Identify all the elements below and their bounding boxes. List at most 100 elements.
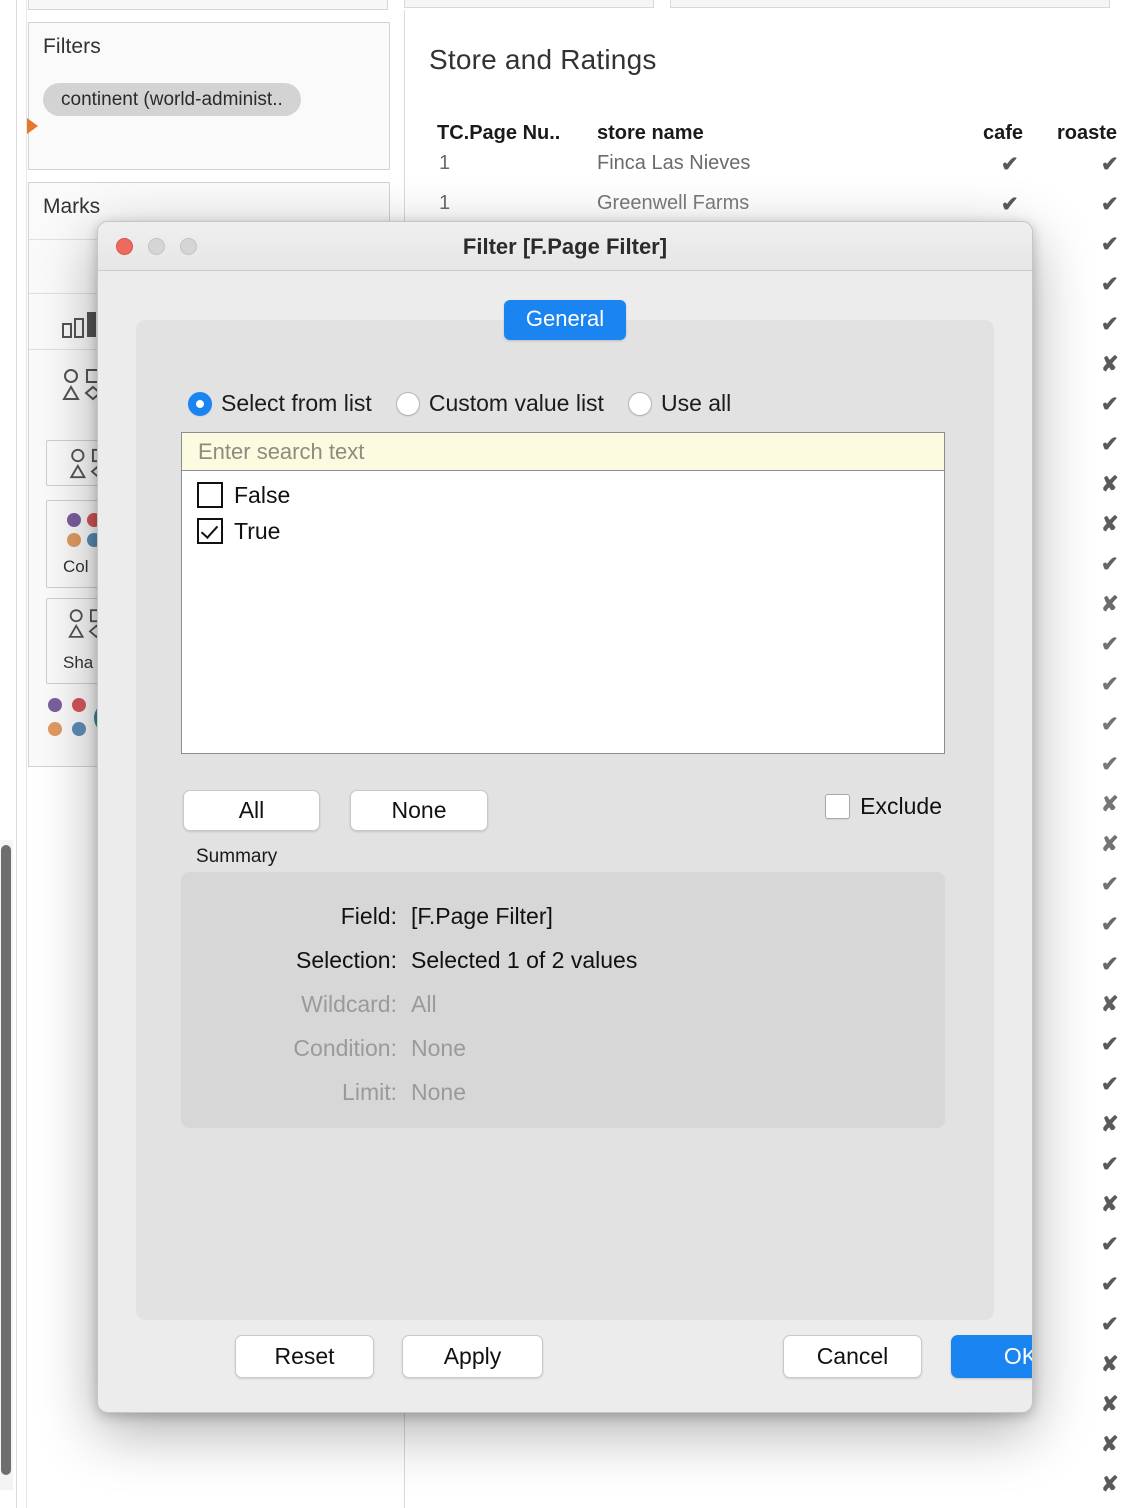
select-none-button[interactable]: None bbox=[350, 790, 488, 831]
summary-key: Limit: bbox=[342, 1078, 397, 1105]
column-header-cafe[interactable]: cafe bbox=[983, 122, 1023, 145]
dialog-title: Filter [F.Page Filter] bbox=[462, 234, 668, 259]
select-all-button[interactable]: All bbox=[183, 790, 320, 831]
cell-roaster-flag: ✔ bbox=[1101, 753, 1119, 776]
filters-card-title: Filters bbox=[43, 35, 101, 58]
cell-cafe-flag: ✔ bbox=[1001, 153, 1019, 176]
value-list: False True bbox=[182, 471, 944, 549]
cell-roaster-flag: ✘ bbox=[1101, 1433, 1119, 1456]
summary-row-selection: Selection: Selected 1 of 2 values bbox=[181, 938, 945, 982]
column-header-roaster[interactable]: roaste bbox=[1057, 122, 1117, 145]
list-item-label: True bbox=[234, 517, 281, 544]
cell-store-name: Greenwell Farms bbox=[597, 192, 750, 214]
list-item[interactable]: True bbox=[182, 513, 944, 549]
cell-roaster-flag: ✔ bbox=[1101, 873, 1119, 896]
summary-row-wildcard: Wildcard: All bbox=[181, 982, 945, 1026]
column-header-store-name[interactable]: store name bbox=[597, 122, 704, 145]
radio-label: Select from list bbox=[221, 390, 372, 416]
cell-roaster-flag: ✔ bbox=[1101, 193, 1119, 216]
summary-value: None bbox=[411, 1034, 466, 1061]
cell-roaster-flag: ✔ bbox=[1101, 433, 1119, 456]
search-input[interactable]: Enter search text bbox=[182, 433, 944, 471]
cell-roaster-flag: ✘ bbox=[1101, 1393, 1119, 1416]
radio-use-all[interactable]: Use all bbox=[627, 390, 732, 417]
cell-roaster-flag: ✘ bbox=[1101, 1353, 1119, 1376]
color-swatch bbox=[67, 533, 81, 547]
summary-key: Wildcard: bbox=[301, 990, 397, 1017]
summary-value: Selected 1 of 2 values bbox=[411, 946, 638, 973]
search-placeholder: Enter search text bbox=[198, 438, 365, 464]
dialog-titlebar[interactable]: Filter [F.Page Filter] bbox=[98, 222, 1032, 271]
table-row[interactable]: ✘ bbox=[405, 1432, 1126, 1472]
cell-roaster-flag: ✘ bbox=[1101, 1193, 1119, 1216]
radio-button-icon bbox=[395, 391, 420, 416]
cell-roaster-flag: ✔ bbox=[1101, 1153, 1119, 1176]
radio-label: Use all bbox=[660, 390, 732, 416]
cell-roaster-flag: ✘ bbox=[1101, 793, 1119, 816]
cell-roaster-flag: ✔ bbox=[1101, 673, 1119, 696]
cell-roaster-flag: ✘ bbox=[1101, 1113, 1119, 1136]
cell-roaster-flag: ✔ bbox=[1101, 153, 1119, 176]
summary-section-label: Summary bbox=[196, 846, 278, 867]
radio-custom-value-list[interactable]: Custom value list bbox=[395, 390, 604, 417]
column-header-page[interactable]: TC.Page Nu.. bbox=[437, 122, 560, 145]
cell-roaster-flag: ✘ bbox=[1101, 473, 1119, 496]
cell-store-name: Finca Las Nieves bbox=[597, 152, 751, 174]
summary-key: Selection: bbox=[295, 946, 397, 973]
cell-roaster-flag: ✘ bbox=[1101, 353, 1119, 376]
marks-card-title: Marks bbox=[43, 195, 101, 218]
cancel-button[interactable]: Cancel bbox=[783, 1335, 922, 1378]
table-row[interactable]: ✘ bbox=[405, 1472, 1126, 1508]
cell-roaster-flag: ✔ bbox=[1101, 233, 1119, 256]
cell-roaster-flag: ✔ bbox=[1101, 273, 1119, 296]
apply-button[interactable]: Apply bbox=[402, 1335, 543, 1378]
cell-roaster-flag: ✔ bbox=[1101, 1233, 1119, 1256]
filter-pill-continent[interactable]: continent (world-administ.. bbox=[43, 83, 301, 116]
summary-key: Field: bbox=[340, 902, 397, 929]
reset-button[interactable]: Reset bbox=[235, 1335, 374, 1378]
cell-roaster-flag: ✔ bbox=[1101, 1273, 1119, 1296]
summary-row-field: Field: [F.Page Filter] bbox=[181, 894, 945, 938]
triangle-right-icon[interactable] bbox=[27, 118, 38, 134]
cell-page-number: 1 bbox=[439, 152, 451, 174]
tab-general[interactable]: General bbox=[503, 300, 627, 340]
table-row[interactable]: 1 Finca Las Nieves ✔ ✔ bbox=[405, 152, 1126, 192]
worksheet-title: Store and Ratings bbox=[429, 44, 657, 75]
screen-root: Filters continent (world-administ.. Mark… bbox=[0, 0, 1126, 1508]
value-listbox: Enter search text False True bbox=[181, 432, 945, 754]
cell-roaster-flag: ✔ bbox=[1101, 633, 1119, 656]
filters-card: Filters continent (world-administ.. bbox=[28, 22, 390, 170]
cell-roaster-flag: ✘ bbox=[1101, 833, 1119, 856]
top-panel-strip-right bbox=[670, 0, 1110, 8]
ok-button[interactable]: OK bbox=[951, 1335, 1032, 1378]
cell-roaster-flag: ✔ bbox=[1101, 1313, 1119, 1336]
left-scrollbar-thumb[interactable] bbox=[1, 845, 11, 1475]
summary-row-condition: Condition: None bbox=[181, 1026, 945, 1070]
checkbox-icon[interactable] bbox=[825, 794, 851, 819]
radio-label: Custom value list bbox=[428, 390, 604, 416]
summary-value: All bbox=[411, 990, 437, 1017]
radio-select-from-list[interactable]: Select from list bbox=[188, 390, 372, 417]
filter-dialog: Filter [F.Page Filter] General Select fr… bbox=[97, 221, 1033, 1413]
cell-roaster-flag: ✔ bbox=[1101, 1073, 1119, 1096]
summary-value: [F.Page Filter] bbox=[411, 902, 553, 929]
left-rail-divider bbox=[16, 0, 17, 1508]
checkbox-checked-icon[interactable] bbox=[197, 518, 223, 544]
detail-swatch bbox=[48, 698, 62, 712]
cell-roaster-flag: ✘ bbox=[1101, 513, 1119, 536]
cell-roaster-flag: ✔ bbox=[1101, 553, 1119, 576]
dialog-panel: Select from list Custom value list Use a… bbox=[136, 320, 994, 1320]
cell-roaster-flag: ✔ bbox=[1101, 1033, 1119, 1056]
radio-button-icon bbox=[627, 391, 652, 416]
list-item[interactable]: False bbox=[182, 477, 944, 513]
cell-roaster-flag: ✘ bbox=[1101, 593, 1119, 616]
checkbox-icon[interactable] bbox=[197, 482, 223, 508]
summary-value: None bbox=[411, 1078, 466, 1105]
detail-swatch bbox=[72, 698, 86, 712]
color-card-label: Col bbox=[63, 557, 89, 576]
cell-roaster-flag: ✘ bbox=[1101, 993, 1119, 1016]
detail-swatch bbox=[72, 722, 86, 736]
shape-card-label: Sha bbox=[63, 653, 94, 672]
exclude-toggle[interactable]: Exclude bbox=[825, 793, 942, 820]
exclude-label: Exclude bbox=[860, 793, 942, 819]
